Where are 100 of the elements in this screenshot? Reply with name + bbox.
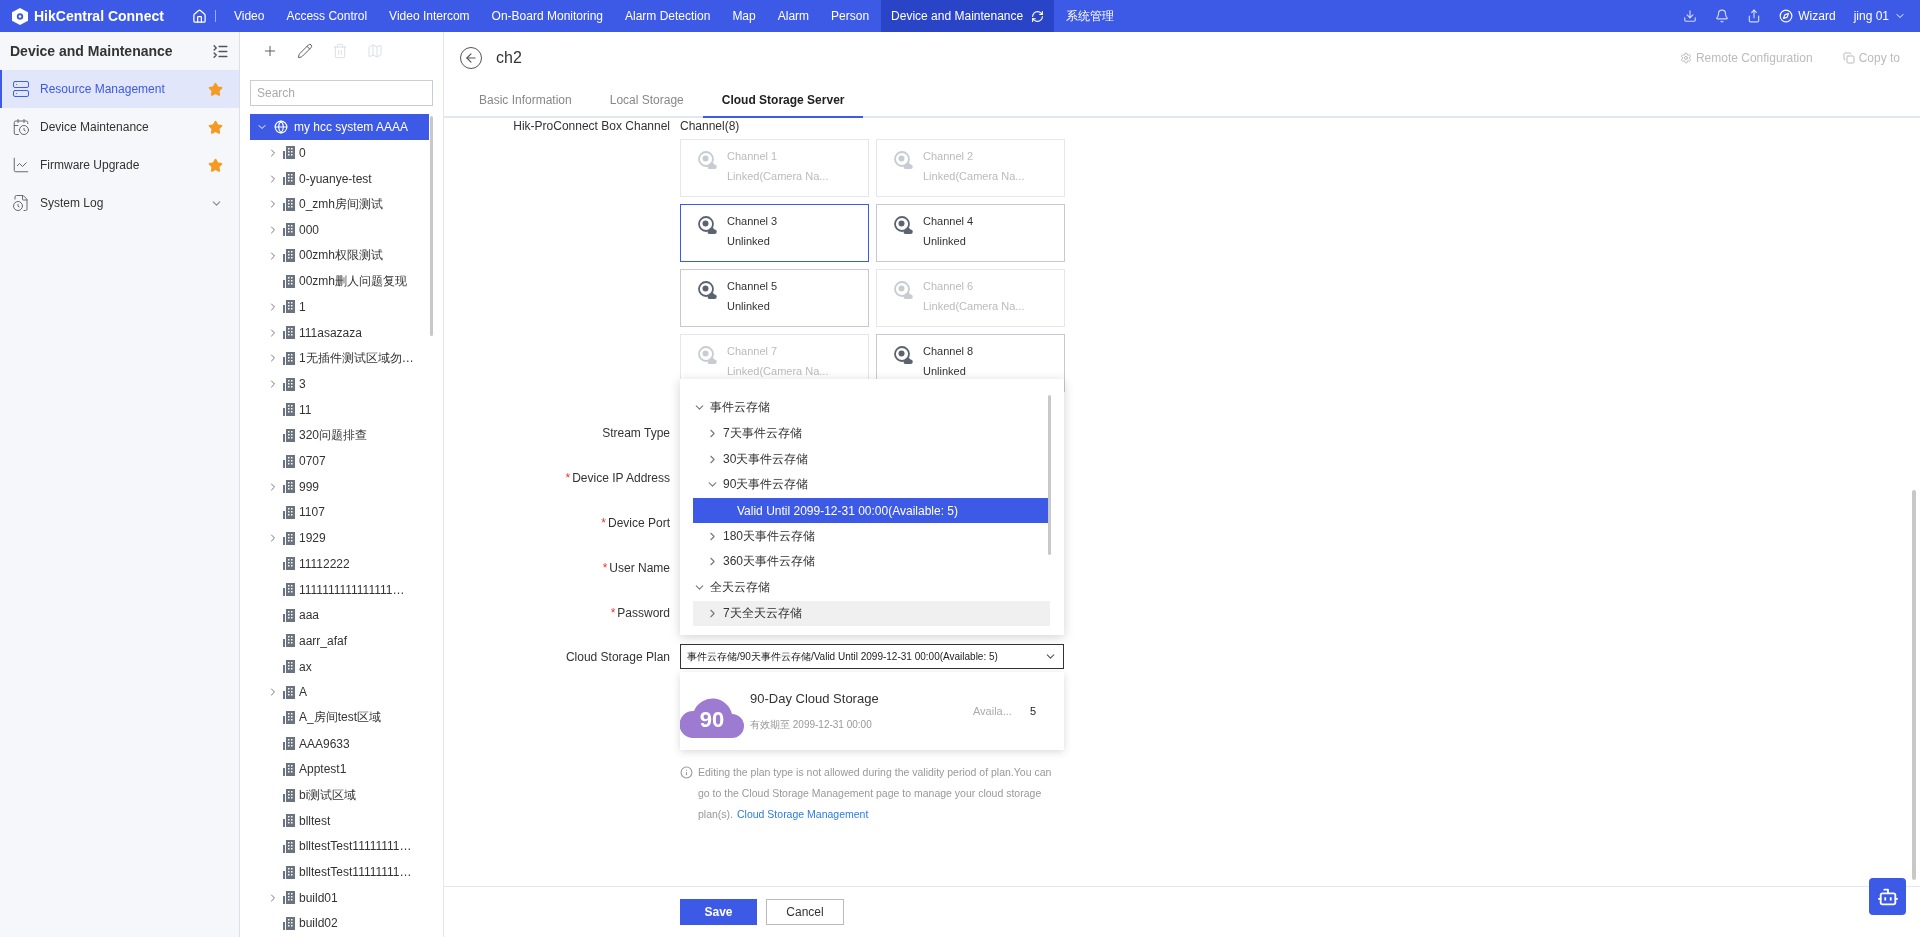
compass-icon[interactable] xyxy=(1779,9,1794,23)
cancel-button[interactable]: Cancel xyxy=(766,899,844,925)
nav-tab[interactable]: 系统管理 xyxy=(1056,0,1125,32)
edit-button[interactable] xyxy=(295,41,315,61)
refresh-icon[interactable] xyxy=(1031,9,1045,23)
sidebar-item[interactable]: Device Maintenance xyxy=(0,108,239,146)
tab[interactable]: Cloud Storage Server xyxy=(702,84,864,118)
home-icon[interactable] xyxy=(191,8,207,24)
tree-item[interactable]: blltestTest11111111… xyxy=(250,833,433,860)
sidebar-item[interactable]: System Log xyxy=(0,184,239,222)
star-icon[interactable] xyxy=(208,157,223,173)
nav-tab[interactable]: Alarm Detection xyxy=(615,0,721,32)
tree-item[interactable]: AAA9633 xyxy=(250,730,433,757)
star-icon[interactable] xyxy=(208,81,223,97)
star-icon[interactable] xyxy=(208,119,223,135)
tree-item[interactable]: 000 xyxy=(250,217,433,243)
tree-item[interactable]: bi测试区域 xyxy=(250,782,433,808)
download-icon[interactable] xyxy=(1683,9,1698,23)
field-label: * Device Port xyxy=(600,514,670,532)
building-icon xyxy=(283,916,295,930)
nav-tab[interactable]: Device and Maintenance xyxy=(881,0,1055,32)
tree-item[interactable]: 1无插件测试区域勿… xyxy=(250,345,433,372)
scrollbar[interactable] xyxy=(1048,395,1051,555)
menu-item[interactable]: 30天事件云存储 xyxy=(693,446,1050,473)
save-button[interactable]: Save xyxy=(680,899,757,925)
nav-tab[interactable]: Video Intercom xyxy=(379,0,480,32)
channel-count: Channel(8) xyxy=(680,118,741,134)
tree-item[interactable]: blltest xyxy=(250,807,433,834)
tree-item[interactable]: 320问题排查 xyxy=(250,422,433,449)
channel-card[interactable]: Channel 4 Unlinked xyxy=(876,204,1065,262)
channel-name: Channel 7 xyxy=(727,345,779,357)
tree-root[interactable]: my hcc system AAAA xyxy=(250,114,429,140)
tree-item[interactable]: 0 xyxy=(250,140,433,166)
nav-tab[interactable]: Access Control xyxy=(276,0,378,32)
tree-item[interactable]: A_房间test区域 xyxy=(250,705,433,731)
tree-item[interactable]: build01 xyxy=(250,884,433,911)
tree-item[interactable]: 1111111111111111… xyxy=(250,576,433,603)
tree-item[interactable]: 1 xyxy=(250,294,433,320)
menu-item[interactable]: 全天云存储 xyxy=(693,574,1050,601)
sidebar-item[interactable]: Resource Management xyxy=(0,70,239,108)
menu-item[interactable]: 7天全天云存储 xyxy=(693,600,1050,627)
export-icon[interactable] xyxy=(1747,9,1762,23)
assistant-button[interactable] xyxy=(1869,878,1906,915)
tab[interactable]: Local Storage xyxy=(590,84,703,118)
tree-item[interactable]: 999 xyxy=(250,473,433,500)
user-menu[interactable]: jing 01 xyxy=(1853,9,1889,23)
tree-item[interactable]: blltestTest11111111… xyxy=(250,859,433,885)
channel-card[interactable]: Channel 3 Unlinked xyxy=(680,204,869,262)
field-label: * User Name xyxy=(601,559,670,577)
building-icon xyxy=(283,146,295,160)
nav-tab[interactable]: Alarm xyxy=(767,0,820,32)
plan-select[interactable]: 事件云存储/90天事件云存储/Valid Until 2099-12-31 00:00(Available: 5) xyxy=(680,644,1064,669)
field-label: Hik-ProConnect Box Channel xyxy=(512,118,670,134)
menu-item[interactable]: Valid Until 2099-12-31 00:00(Available: 5) xyxy=(693,497,1050,524)
tree-item[interactable]: 0-yuanye-test xyxy=(250,165,433,192)
tree-item[interactable]: 3 xyxy=(250,371,433,397)
menu-item[interactable]: 7天事件云存储 xyxy=(693,420,1050,447)
sidebar-item[interactable]: Firmware Upgrade xyxy=(0,146,239,184)
scrollbar[interactable] xyxy=(430,116,433,336)
tree-item[interactable]: 00zmh权限测试 xyxy=(250,242,433,269)
nav-tab[interactable]: Person xyxy=(821,0,880,32)
menu-item[interactable]: 360天事件云存储 xyxy=(693,549,1050,575)
channel-name: Channel 2 xyxy=(923,150,975,162)
tree-item[interactable]: 0_zmh房间测试 xyxy=(250,191,433,218)
delete-icon xyxy=(332,43,348,59)
collapse-menu-icon[interactable] xyxy=(212,42,229,60)
tree-item[interactable]: aarr_afaf xyxy=(250,628,433,654)
building-icon xyxy=(283,351,295,365)
scrollbar[interactable] xyxy=(1912,490,1916,880)
globe-icon xyxy=(274,120,288,134)
building-icon xyxy=(283,660,295,674)
tree-item[interactable]: 0707 xyxy=(250,448,433,474)
nav-tab[interactable]: Video xyxy=(223,0,275,32)
building-icon xyxy=(283,531,295,545)
tree-item[interactable]: 1929 xyxy=(250,525,433,551)
channel-status: Unlinked xyxy=(923,365,967,377)
nav-tab[interactable]: Map xyxy=(722,0,766,32)
tree-item[interactable]: ax xyxy=(250,653,433,680)
bell-icon[interactable] xyxy=(1715,9,1730,23)
tree-item[interactable]: Apptest1 xyxy=(250,756,433,783)
menu-item[interactable]: 180天事件云存储 xyxy=(693,523,1050,550)
nav-tab[interactable]: On-Board Monitoring xyxy=(481,0,613,32)
tree-item[interactable]: A xyxy=(250,679,433,706)
channel-card[interactable]: Channel 5 Unlinked xyxy=(680,269,869,327)
menu-item[interactable]: 事件云存储 xyxy=(693,395,1050,421)
tree-item[interactable]: 111asazaza xyxy=(250,319,433,346)
tree-item[interactable]: build02 xyxy=(250,910,433,937)
tab[interactable]: Basic Information xyxy=(460,84,591,118)
tree-item[interactable]: aaa xyxy=(250,602,433,629)
management-link[interactable]: Cloud Storage Management xyxy=(737,808,869,820)
search-field[interactable]: Search xyxy=(250,80,433,106)
tree-item[interactable]: 11112222 xyxy=(250,551,433,577)
wizard-link[interactable]: Wizard xyxy=(1798,9,1836,23)
tree-item[interactable]: 1107 xyxy=(250,499,433,526)
menu-item[interactable]: 90天事件云存储 xyxy=(693,472,1050,498)
tree-item[interactable]: 11 xyxy=(250,396,433,423)
tree-item[interactable]: 00zmh删人问题复现 xyxy=(250,268,433,295)
channel-name: Channel 5 xyxy=(727,280,778,292)
building-icon xyxy=(283,197,295,211)
field-label: Cloud Storage Plan xyxy=(564,648,670,666)
